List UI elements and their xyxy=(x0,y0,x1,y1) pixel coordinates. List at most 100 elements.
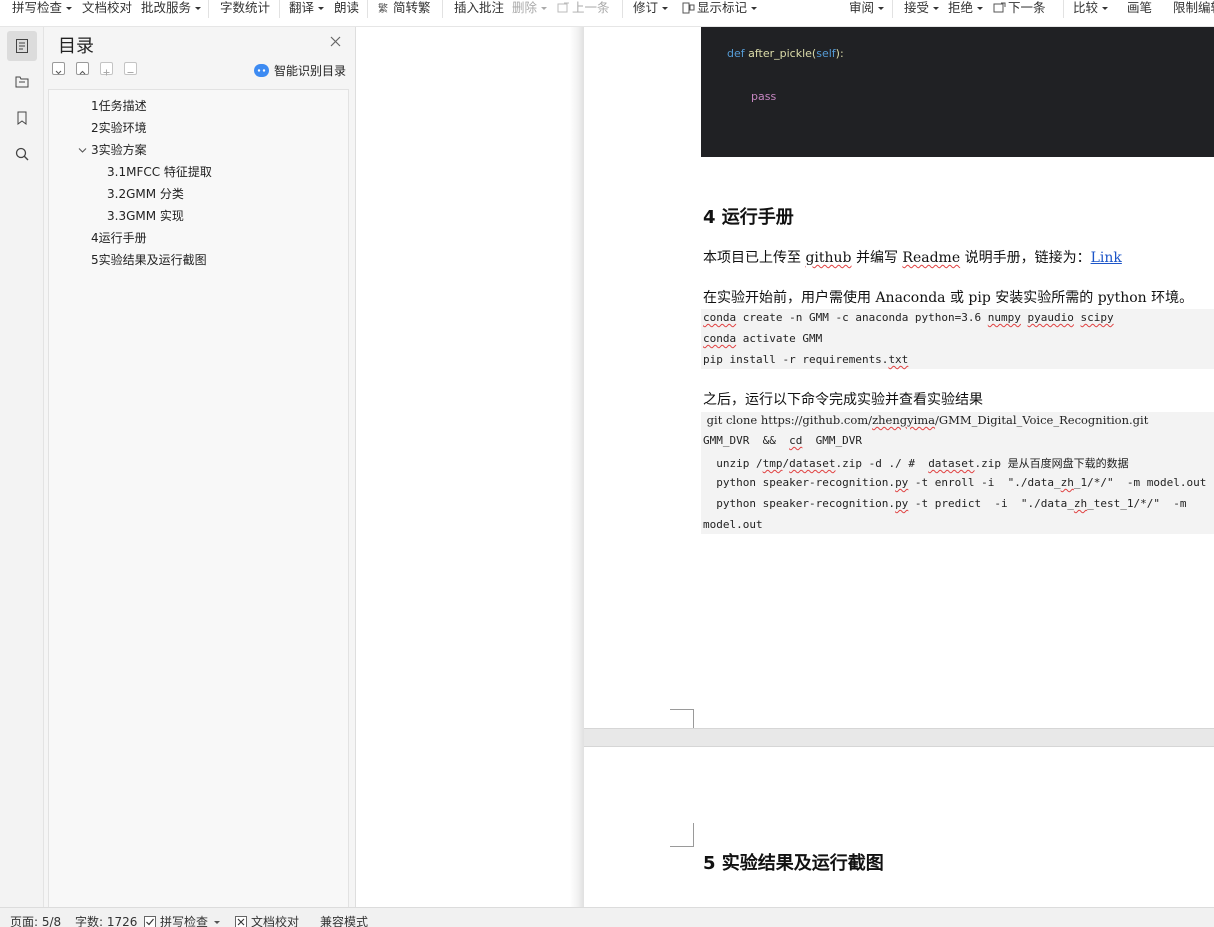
chevron-down-icon xyxy=(933,7,940,10)
review-button[interactable]: 审阅 xyxy=(849,0,885,16)
toc-item[interactable]: 5实验结果及运行截图 xyxy=(91,252,207,268)
read-aloud-button[interactable]: 朗读 xyxy=(334,0,359,16)
toc-toolbar xyxy=(52,62,137,76)
prev-label: 上一条 xyxy=(572,0,610,15)
section-heading: 5 实验结果及运行截图 xyxy=(703,853,884,874)
document-page[interactable]: def after_pickle(self): pass 4 运行手册 本项目已… xyxy=(584,27,1214,728)
code-line: conda activate GMM xyxy=(703,332,823,345)
toc-item[interactable]: 3实验方案 xyxy=(91,142,147,158)
chevron-down-icon xyxy=(662,7,669,10)
code-line: pass xyxy=(751,90,777,103)
minus-icon xyxy=(127,72,134,73)
chapter-nav-button[interactable] xyxy=(7,67,37,97)
chevron-down-icon[interactable] xyxy=(78,146,87,155)
folder-tree-icon xyxy=(15,76,29,88)
ribbon-divider xyxy=(892,0,893,18)
code-line: unzip /tmp/dataset.zip -d ./ # dataset.z… xyxy=(703,457,1129,470)
compare-label: 比较 xyxy=(1073,0,1099,15)
pen-button[interactable]: 画笔 xyxy=(1127,0,1152,16)
word-count-indicator[interactable]: 字数: 1726 xyxy=(75,913,137,927)
code-line: GMM_DVR && cd GMM_DVR xyxy=(703,434,862,447)
prev-comment-button[interactable]: 上一条 xyxy=(557,0,610,16)
next-label: 下一条 xyxy=(1008,0,1046,15)
search-button[interactable] xyxy=(7,139,37,169)
delete-label: 删除 xyxy=(512,0,538,15)
compare-button[interactable]: 比较 xyxy=(1073,0,1109,16)
prev-icon xyxy=(557,2,570,14)
accept-label: 接受 xyxy=(904,0,930,15)
show-marks-label: 显示标记 xyxy=(697,0,748,15)
code-block: git clone https://github.com/zhengyima/G… xyxy=(701,412,1214,534)
search-icon xyxy=(15,147,29,161)
chevron-down-icon xyxy=(977,7,984,10)
document-page[interactable]: 5 实验结果及运行截图 xyxy=(584,747,1214,907)
expand-all-button[interactable] xyxy=(52,62,65,75)
toc-item[interactable]: 4运行手册 xyxy=(91,230,147,246)
doc-proof-label: 文档校对 xyxy=(82,0,133,15)
toc-item[interactable]: 1任务描述 xyxy=(91,98,147,114)
review-service-button[interactable]: 批改服务 xyxy=(141,0,202,16)
chevron-down-icon xyxy=(195,7,202,10)
ribbon-toolbar: 拼写检查 文档校对 批改服务 字数统计 翻译 朗读 繁 简转繁 插入批注 删除 … xyxy=(0,0,1214,27)
ai-assistant-icon xyxy=(254,64,269,77)
page-indicator[interactable]: 页面: 5/8 xyxy=(10,913,61,927)
bookmark-button[interactable] xyxy=(7,103,37,133)
translate-button[interactable]: 翻译 xyxy=(289,0,325,16)
code-block-dark: def after_pickle(self): pass xyxy=(701,27,1214,157)
simp-trad-button[interactable]: 繁 简转繁 xyxy=(378,0,431,16)
status-bar: 页面: 5/8 字数: 1726 拼写检查 文档校对 兼容模式 xyxy=(0,907,1214,927)
chevron-down-icon xyxy=(751,7,758,10)
review-label: 审阅 xyxy=(849,0,875,15)
insert-comment-button[interactable]: 插入批注 xyxy=(454,0,504,16)
toc-item[interactable]: 3.2GMM 分类 xyxy=(107,186,184,202)
reject-button[interactable]: 拒绝 xyxy=(948,0,984,16)
ribbon-divider xyxy=(279,0,280,18)
toc-list: 1任务描述 2实验环境 3实验方案 3.1MFCC 特征提取 3.2GMM 分类… xyxy=(48,89,349,909)
hyperlink[interactable]: Link xyxy=(1091,250,1122,266)
toc-item[interactable]: 3.3GMM 实现 xyxy=(107,208,184,224)
convert-icon: 繁 xyxy=(378,2,391,15)
spell-check-button[interactable]: 拼写检查 xyxy=(12,0,73,16)
next-change-button[interactable]: 下一条 xyxy=(993,0,1046,16)
chevron-down-icon xyxy=(541,7,548,10)
add-level-button[interactable] xyxy=(100,62,113,76)
toc-panel: 目录 智能识别目录 1任务描述 2实验环境 3实验方案 3.1MFCC 特征提取… xyxy=(44,27,356,909)
insert-comment-label: 插入批注 xyxy=(454,0,505,15)
accept-button[interactable]: 接受 xyxy=(904,0,940,16)
restrict-edit-button[interactable]: 限制编辑 xyxy=(1173,0,1214,16)
toc-tab-button[interactable] xyxy=(7,31,37,61)
code-block: conda create -n GMM -c anaconda python=3… xyxy=(701,309,1214,369)
ribbon-divider xyxy=(622,0,623,18)
reject-label: 拒绝 xyxy=(948,0,974,15)
doc-proof-button[interactable]: 文档校对 xyxy=(82,0,132,16)
doc-proof-status[interactable]: 文档校对 xyxy=(235,913,299,927)
section-heading: 4 运行手册 xyxy=(703,207,794,228)
spell-check-status[interactable]: 拼写检查 xyxy=(144,913,221,927)
collapse-all-button[interactable] xyxy=(76,62,89,75)
toc-icon xyxy=(16,39,28,53)
code-line: git clone https://github.com/zhengyima/G… xyxy=(703,413,1149,427)
remove-level-button[interactable] xyxy=(124,62,137,75)
delete-comment-button[interactable]: 删除 xyxy=(512,0,548,16)
page-separator xyxy=(584,728,1214,747)
toc-item[interactable]: 3.1MFCC 特征提取 xyxy=(107,164,212,180)
chevron-down-icon xyxy=(878,7,885,10)
checkbox-icon xyxy=(144,915,156,927)
simp-trad-label: 简转繁 xyxy=(393,0,431,15)
code-line: model.out xyxy=(703,518,763,531)
ribbon-divider xyxy=(208,0,209,18)
chevron-down-icon xyxy=(1102,7,1109,10)
compat-mode-indicator: 兼容模式 xyxy=(320,915,369,927)
word-count-button[interactable]: 字数统计 xyxy=(220,0,270,16)
ribbon-divider xyxy=(367,0,368,18)
toc-title: 目录 xyxy=(58,36,94,57)
smart-toc-button[interactable]: 智能识别目录 xyxy=(254,62,346,79)
doc-proof-status-label: 文档校对 xyxy=(251,915,300,927)
code-line: def after_pickle(self): xyxy=(727,47,844,60)
next-icon xyxy=(993,2,1006,14)
toc-item[interactable]: 2实验环境 xyxy=(91,120,147,136)
close-icon[interactable] xyxy=(329,35,342,48)
revise-button[interactable]: 修订 xyxy=(633,0,669,16)
show-marks-button[interactable]: 显示标记 xyxy=(682,0,758,16)
code-line: pip install -r requirements.txt xyxy=(703,353,909,366)
